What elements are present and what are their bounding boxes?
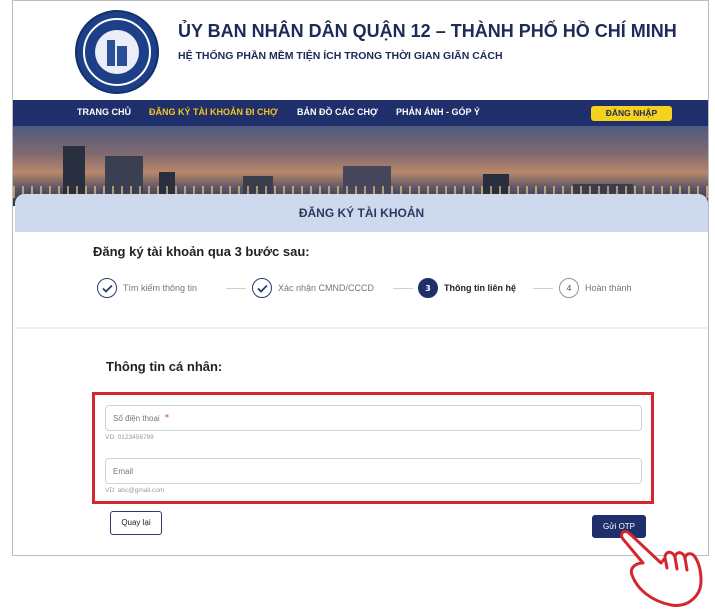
check-icon bbox=[252, 278, 272, 298]
step-complete: 4 Hoàn thành bbox=[559, 278, 632, 298]
phone-hint: VD: 0123456789 bbox=[105, 434, 154, 441]
phone-input[interactable] bbox=[106, 406, 641, 431]
phone-field: * bbox=[105, 405, 642, 431]
divider bbox=[15, 327, 708, 329]
step-contact-info: 3 Thông tin liên hệ bbox=[418, 278, 516, 298]
org-subtitle: HỆ THỐNG PHẦN MỀM TIỆN ÍCH TRONG THỜI GI… bbox=[178, 50, 503, 62]
district-emblem-logo bbox=[75, 10, 159, 94]
logo-building-icon bbox=[107, 40, 115, 66]
login-button[interactable]: ĐĂNG NHẬP bbox=[591, 106, 672, 121]
check-icon bbox=[97, 278, 117, 298]
step-label: Hoàn thành bbox=[585, 283, 632, 293]
main-nav: TRANG CHỦ ĐĂNG KÝ TÀI KHOẢN ĐI CHỢ BẢN Đ… bbox=[13, 100, 708, 126]
site-header: ỦY BAN NHÂN DÂN QUẬN 12 – THÀNH PHỐ HỒ C… bbox=[13, 1, 708, 100]
nav-item-register[interactable]: ĐĂNG KÝ TÀI KHOẢN ĐI CHỢ bbox=[149, 107, 278, 117]
nav-item-home[interactable]: TRANG CHỦ bbox=[77, 107, 131, 117]
back-button[interactable]: Quay lại bbox=[110, 511, 162, 535]
step-number: 4 bbox=[559, 278, 579, 298]
step-label: Tìm kiếm thông tin bbox=[123, 283, 198, 293]
step-connector bbox=[226, 288, 246, 289]
email-input[interactable] bbox=[106, 459, 641, 484]
org-title: ỦY BAN NHÂN DÂN QUẬN 12 – THÀNH PHỐ HỒ C… bbox=[178, 21, 677, 41]
nav-item-feedback[interactable]: PHẢN ÁNH - GÓP Ý bbox=[396, 107, 480, 117]
logo-inner bbox=[95, 30, 139, 74]
nav-item-market-map[interactable]: BẢN ĐỒ CÁC CHỢ bbox=[297, 107, 378, 117]
email-field bbox=[105, 458, 642, 484]
email-hint: VD: abc@gmail.com bbox=[105, 487, 165, 494]
step-label: Thông tin liên hệ bbox=[444, 283, 516, 293]
section-title: Thông tin cá nhân: bbox=[106, 359, 223, 374]
steps-title: Đăng ký tài khoản qua 3 bước sau: bbox=[93, 244, 310, 259]
step-confirm-id: Xác nhận CMND/CCCD bbox=[252, 278, 374, 298]
step-search-info: Tìm kiếm thông tin bbox=[97, 278, 197, 298]
step-connector bbox=[533, 288, 553, 289]
pointing-hand-icon bbox=[620, 530, 703, 607]
card-heading: ĐĂNG KÝ TÀI KHOẢN bbox=[15, 194, 708, 232]
browser-frame: ỦY BAN NHÂN DÂN QUẬN 12 – THÀNH PHỐ HỒ C… bbox=[12, 0, 709, 556]
step-connector bbox=[393, 288, 413, 289]
register-card: ĐĂNG KÝ TÀI KHOẢN Đăng ký tài khoản qua … bbox=[15, 194, 708, 555]
logo-building-icon bbox=[117, 46, 127, 66]
step-label: Xác nhận CMND/CCCD bbox=[278, 283, 375, 293]
step-number: 3 bbox=[418, 278, 438, 298]
